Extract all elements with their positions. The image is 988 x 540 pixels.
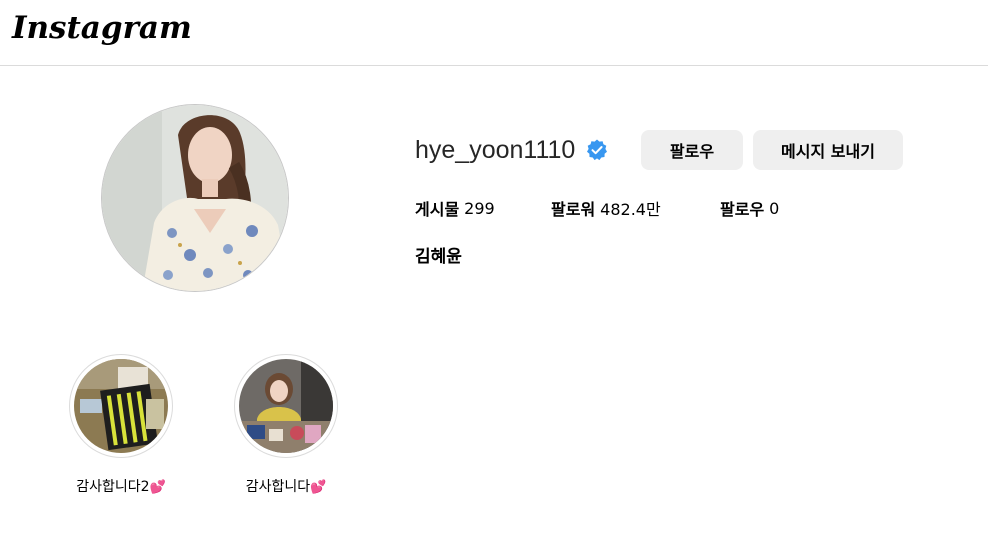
highlight-label-text: 감사합니다2 [76, 479, 150, 495]
profile-avatar-image [102, 105, 288, 291]
stat-followers[interactable]: 팔로워 482.4만 [551, 196, 661, 220]
highlight-thumbnail [74, 359, 168, 453]
following-label: 팔로우 [720, 200, 765, 219]
highlight-label-text: 감사합니다 [245, 479, 311, 495]
stat-following[interactable]: 팔로우 0 [720, 196, 779, 220]
followers-label: 팔로워 [551, 200, 596, 219]
username: hye_yoon1110 [415, 135, 576, 164]
instagram-logo[interactable]: Instagram [12, 10, 192, 46]
highlight-ring [234, 354, 338, 458]
posts-label: 게시물 [415, 200, 460, 219]
send-message-button[interactable]: 메시지 보내기 [753, 130, 903, 170]
followers-count: 482.4만 [600, 200, 661, 219]
highlight-thumbnail [239, 359, 333, 453]
highlight-label: 감사합니다💕 [216, 476, 356, 496]
top-bar: Instagram [0, 0, 988, 66]
heart-icon: 💕 [149, 480, 166, 495]
username-row: hye_yoon1110 [415, 130, 609, 170]
profile-avatar[interactable] [101, 104, 289, 292]
stat-posts: 게시물 299 [415, 196, 495, 220]
verified-badge-icon [585, 138, 609, 162]
follow-button[interactable]: 팔로우 [641, 130, 743, 170]
full-name: 김혜윤 [415, 247, 462, 267]
posts-count: 299 [464, 198, 495, 218]
highlight-label: 감사합니다2💕 [51, 476, 191, 496]
heart-icon: 💕 [310, 480, 327, 495]
story-highlight[interactable]: 감사합니다💕 [216, 354, 356, 496]
highlight-ring [69, 354, 173, 458]
following-count: 0 [769, 198, 780, 218]
story-highlight[interactable]: 감사합니다2💕 [51, 354, 191, 496]
